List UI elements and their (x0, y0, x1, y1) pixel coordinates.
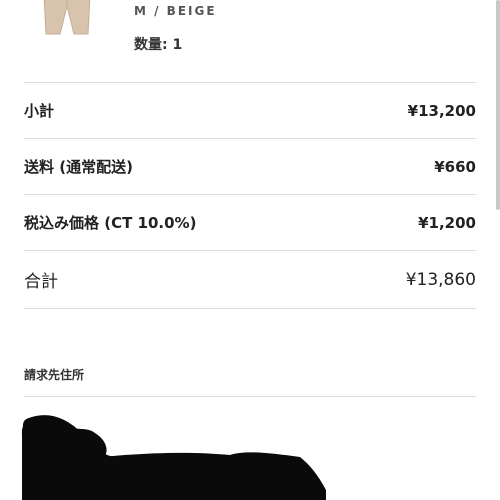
divider (24, 308, 476, 309)
scrollbar[interactable] (496, 0, 500, 210)
shipping-label: 送料 (通常配送) (24, 158, 133, 176)
total-value: ¥13,860 (405, 269, 476, 290)
total-label: 合計 (24, 272, 58, 292)
subtotal-row: 小計 ¥13,200 (24, 83, 476, 138)
redaction-scribble (21, 415, 327, 500)
tax-row: 税込み価格 (CT 10.0%) ¥1,200 (24, 195, 476, 250)
divider (24, 396, 476, 397)
shipping-value: ¥660 (434, 157, 476, 176)
product-quantity: 数量: 1 (134, 37, 183, 53)
subtotal-label: 小計 (24, 102, 55, 120)
divider (24, 250, 476, 251)
product-variant: M / BEIGE (134, 4, 217, 18)
tax-label: 税込み価格 (CT 10.0%) (24, 214, 197, 232)
billing-address-title: 請求先住所 (24, 368, 85, 382)
order-summary-page: M / BEIGE 数量: 1 小計 ¥13,200 送料 (通常配送) ¥66… (0, 0, 500, 500)
shipping-row: 送料 (通常配送) ¥660 (24, 139, 476, 194)
tax-value: ¥1,200 (418, 213, 476, 232)
total-row: 合計 ¥13,860 (24, 252, 476, 307)
product-thumbnail (43, 0, 91, 35)
subtotal-value: ¥13,200 (407, 101, 476, 120)
